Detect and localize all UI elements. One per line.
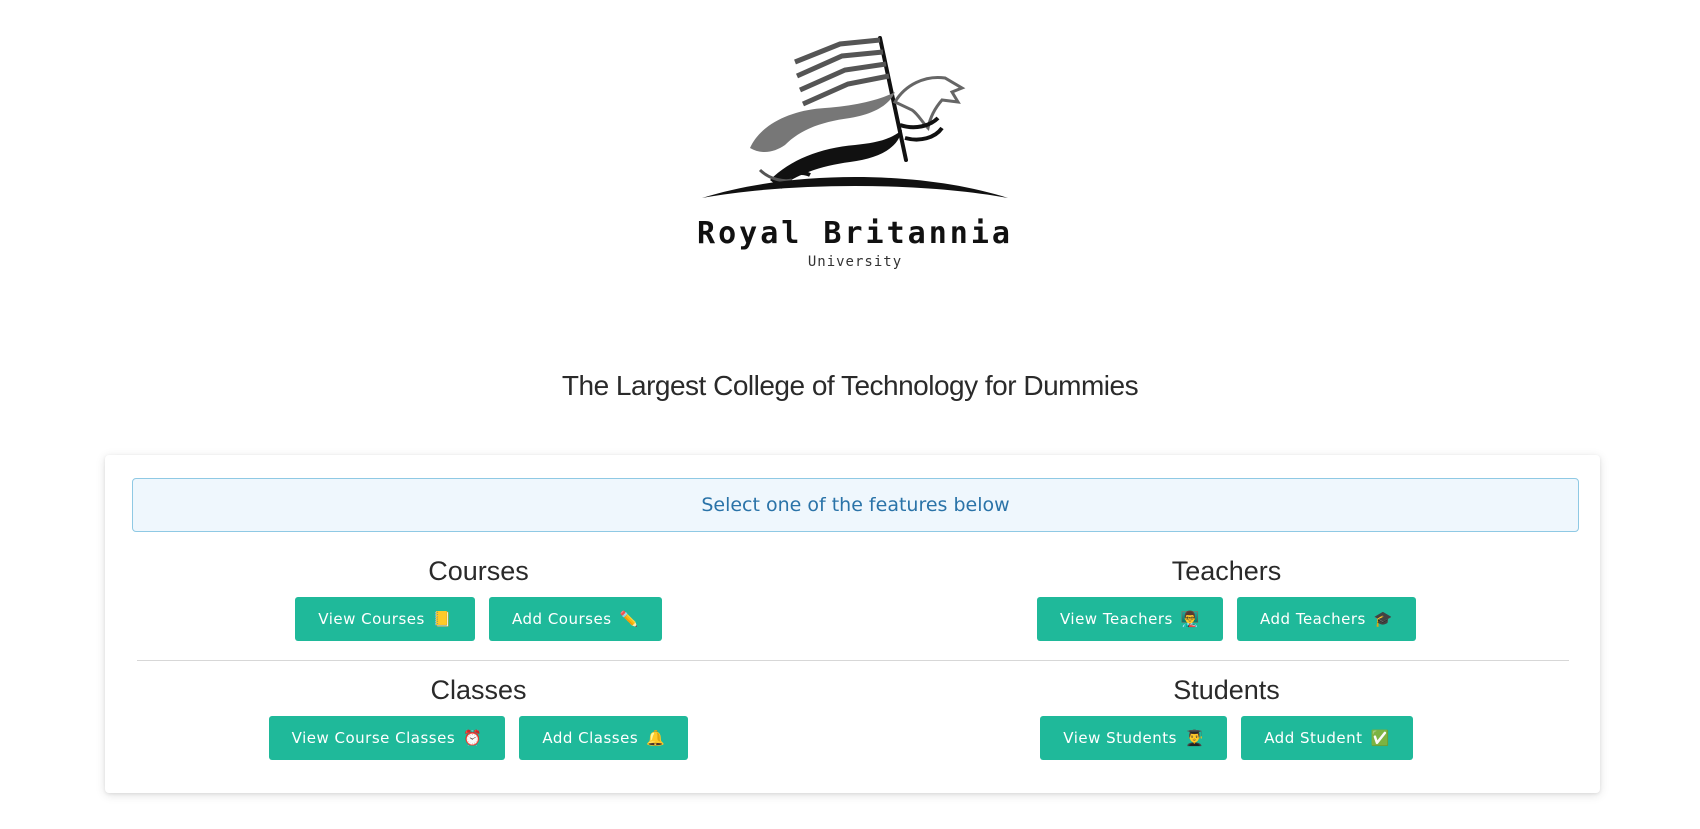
info-alert: Select one of the features below (132, 478, 1579, 532)
add-courses-button[interactable]: Add Courses ✏️ (489, 597, 662, 641)
horse-flag-icon (702, 36, 1008, 198)
section-divider (137, 660, 1569, 661)
view-course-classes-button[interactable]: View Course Classes ⏰ (268, 716, 506, 760)
teachers-title: Teachers (1171, 556, 1282, 586)
add-teachers-button[interactable]: Add Teachers 🎓 (1237, 597, 1417, 641)
ledger-icon: 📒 (432, 610, 453, 628)
add-classes-button[interactable]: Add Classes 🔔 (519, 716, 689, 760)
view-course-classes-label: View Course Classes (291, 729, 456, 747)
teachers-section: Teachers View Teachers 👨‍🏫 Add Teachers … (853, 553, 1600, 641)
students-section: Students View Students 👨‍🎓 Add Student ✅ (853, 672, 1600, 760)
student-icon: 👨‍🎓 (1185, 729, 1205, 747)
features-card: Select one of the features below Courses… (105, 455, 1600, 793)
add-courses-label: Add Courses (512, 610, 612, 628)
add-student-button[interactable]: Add Student ✅ (1241, 716, 1413, 760)
add-classes-label: Add Classes (542, 729, 639, 747)
view-courses-label: View Courses (318, 610, 425, 628)
alarm-clock-icon: ⏰ (463, 729, 483, 747)
logo-subtitle: University (807, 254, 903, 270)
students-title: Students (1173, 675, 1280, 705)
check-mark-icon: ✅ (1370, 729, 1390, 747)
bell-icon: 🔔 (646, 729, 666, 747)
add-teachers-label: Add Teachers (1260, 610, 1366, 628)
pencil-icon: ✏️ (619, 610, 639, 628)
page-tagline: The Largest College of Technology for Du… (561, 370, 1139, 401)
view-students-button[interactable]: View Students 👨‍🎓 (1040, 716, 1228, 760)
classes-title: Classes (430, 675, 527, 705)
classes-section: Classes View Course Classes ⏰ Add Classe… (105, 672, 852, 760)
university-logo: Royal Britannia University (690, 30, 1020, 280)
home-page: Royal Britannia University The Largest C… (0, 0, 1700, 829)
add-student-label: Add Student (1264, 729, 1363, 747)
logo-name: Royal Britannia (697, 216, 1013, 251)
graduation-cap-icon: 🎓 (1373, 610, 1394, 628)
view-teachers-label: View Teachers (1059, 610, 1173, 628)
courses-section: Courses View Courses 📒 Add Courses ✏️ (105, 553, 852, 641)
view-courses-button[interactable]: View Courses 📒 (295, 597, 476, 641)
view-teachers-button[interactable]: View Teachers 👨‍🏫 (1036, 597, 1224, 641)
view-students-label: View Students (1063, 729, 1177, 747)
courses-title: Courses (428, 556, 529, 586)
teacher-icon: 👨‍🏫 (1180, 610, 1201, 628)
